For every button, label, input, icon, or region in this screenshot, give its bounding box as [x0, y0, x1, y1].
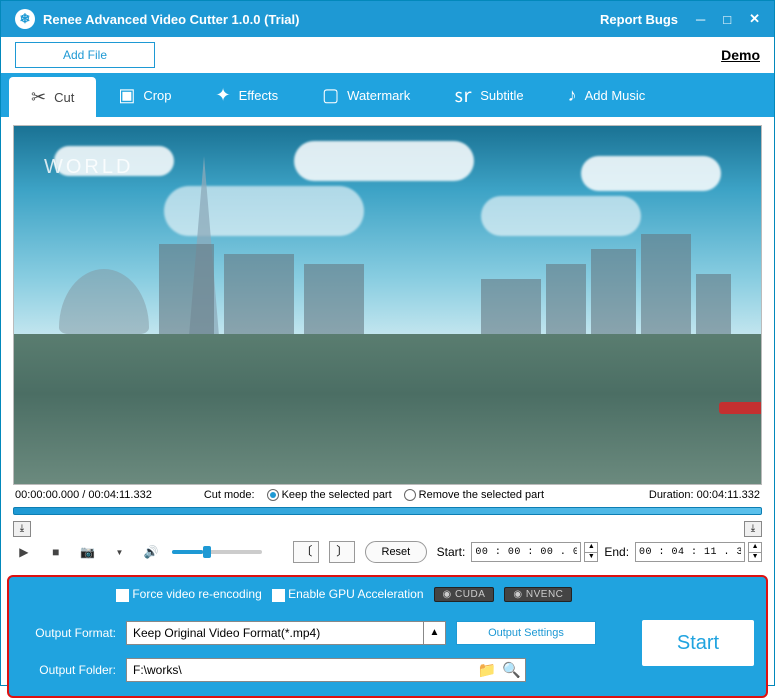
subtitle-icon: ㏛	[454, 82, 472, 108]
end-time-spinner[interactable]: ▲▼	[748, 542, 762, 562]
volume-icon[interactable]: 🔊	[140, 542, 162, 562]
force-reencode-checkbox[interactable]: Force video re-encoding	[116, 587, 262, 601]
play-button[interactable]: ▶	[13, 542, 35, 562]
add-file-button[interactable]: Add File	[15, 42, 155, 68]
watermark-icon: ▢	[322, 85, 339, 106]
volume-slider[interactable]	[172, 550, 261, 554]
tabs-bar: ✂Cut ▣Crop ✦Effects ▢Watermark ㏛Subtitle…	[1, 73, 774, 117]
output-format-label: Output Format:	[21, 626, 116, 640]
start-time-input[interactable]: ▲▼	[471, 542, 598, 562]
keep-selected-radio[interactable]: Keep the selected part	[267, 489, 392, 501]
nvenc-badge: ◉ NVENC	[504, 587, 572, 602]
reset-button[interactable]: Reset	[365, 541, 427, 563]
tab-effects[interactable]: ✦Effects	[194, 73, 301, 117]
demo-link[interactable]: Demo	[721, 47, 760, 63]
magic-wand-icon: ✦	[216, 85, 231, 106]
start-button[interactable]: Start	[642, 620, 754, 666]
timeline-slider[interactable]	[13, 507, 762, 515]
output-settings-button[interactable]: Output Settings	[456, 621, 596, 645]
search-folder-icon[interactable]: 🔍	[502, 661, 521, 679]
cuda-badge: ◉ CUDA	[434, 587, 495, 602]
output-folder-label: Output Folder:	[21, 663, 116, 677]
report-bugs-link[interactable]: Report Bugs	[600, 12, 678, 27]
start-time-label: Start:	[437, 545, 466, 559]
minimize-button[interactable]: ─	[696, 12, 705, 27]
duration-display: Duration: 00:04:11.332	[649, 489, 760, 501]
mark-in-button[interactable]: 〔	[293, 541, 319, 563]
app-logo-icon: ❄	[15, 9, 35, 29]
stop-button[interactable]: ■	[45, 542, 67, 562]
tab-cut[interactable]: ✂Cut	[9, 77, 96, 117]
titlebar: ❄ Renee Advanced Video Cutter 1.0.0 (Tri…	[1, 1, 774, 37]
remove-selected-radio[interactable]: Remove the selected part	[404, 489, 544, 501]
output-format-select[interactable]: Keep Original Video Format(*.mp4) ▲	[126, 621, 446, 645]
crop-icon: ▣	[118, 85, 135, 106]
content-area: WORLD 00:00:00.000 / 00:04:11.332 Cut mo…	[1, 117, 774, 571]
snapshot-menu-icon[interactable]: ▼	[109, 542, 131, 562]
playback-controls: ▶ ■ 📷 ▼ 🔊 〔 〕 Reset Start: ▲▼ End: ▲▼	[13, 541, 762, 563]
trim-end-handle[interactable]: ⤓	[744, 521, 762, 537]
cut-mode-label: Cut mode:	[204, 489, 255, 501]
output-folder-input[interactable]: F:\works\ 📁 🔍	[126, 658, 526, 682]
music-note-icon: ♪	[568, 85, 577, 106]
enable-gpu-checkbox[interactable]: Enable GPU Acceleration	[272, 587, 424, 601]
video-watermark-text: WORLD	[44, 156, 133, 179]
video-preview[interactable]: WORLD	[13, 125, 762, 485]
end-time-input[interactable]: ▲▼	[635, 542, 762, 562]
snapshot-button[interactable]: 📷	[77, 542, 99, 562]
trim-start-handle[interactable]: ⤓	[13, 521, 31, 537]
info-row: 00:00:00.000 / 00:04:11.332 Cut mode: Ke…	[13, 485, 762, 505]
tab-watermark[interactable]: ▢Watermark	[300, 73, 432, 117]
start-time-spinner[interactable]: ▲▼	[584, 542, 598, 562]
app-title: Renee Advanced Video Cutter 1.0.0 (Trial…	[43, 12, 299, 27]
chevron-up-icon: ▲	[423, 622, 445, 644]
toolbar: Add File Demo	[1, 37, 774, 73]
tab-crop[interactable]: ▣Crop	[96, 73, 193, 117]
maximize-button[interactable]: □	[723, 12, 731, 27]
output-panel: Force video re-encoding Enable GPU Accel…	[7, 575, 768, 698]
mark-out-button[interactable]: 〕	[329, 541, 355, 563]
end-time-label: End:	[604, 545, 629, 559]
end-time-field[interactable]	[635, 542, 745, 562]
start-time-field[interactable]	[471, 542, 581, 562]
close-button[interactable]: ✕	[749, 11, 760, 27]
browse-folder-icon[interactable]: 📁	[478, 661, 497, 679]
scissors-icon: ✂	[31, 87, 46, 108]
time-position: 00:00:00.000 / 00:04:11.332	[15, 489, 152, 501]
tab-add-music[interactable]: ♪Add Music	[546, 73, 668, 117]
tab-subtitle[interactable]: ㏛Subtitle	[432, 73, 545, 117]
